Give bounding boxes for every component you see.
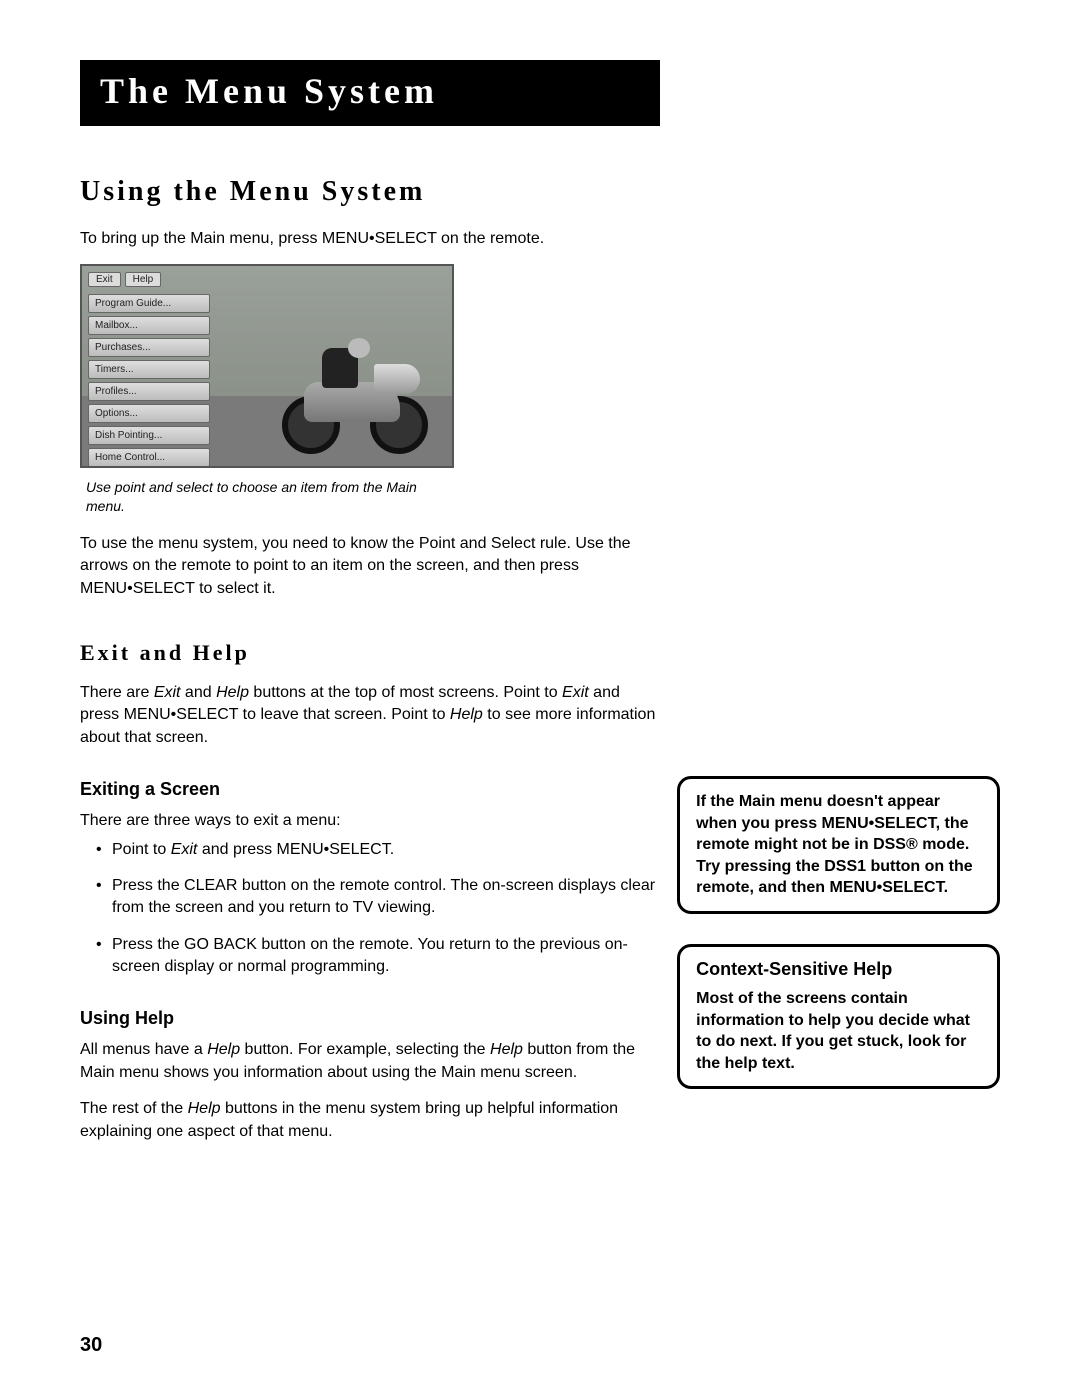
content-area: Using the Menu System To bring up the Ma… <box>80 176 1000 1157</box>
main-column: Using the Menu System To bring up the Ma… <box>80 176 657 1157</box>
italic-text: Help <box>490 1041 523 1058</box>
text: buttons at the top of most screens. Poin… <box>249 684 562 701</box>
screenshot-top-buttons: Exit Help <box>88 272 161 287</box>
italic-text: Exit <box>154 684 181 701</box>
italic-text: Help <box>216 684 249 701</box>
italic-text: Help <box>207 1041 240 1058</box>
text: All menus have a <box>80 1041 207 1058</box>
bike-fairing-icon <box>374 364 420 394</box>
chapter-title: The Menu System <box>100 70 640 112</box>
italic-text: Exit <box>562 684 589 701</box>
list-item: Point to Exit and press MENU•SELECT. <box>96 839 657 861</box>
menu-screenshot: Exit Help Program Guide... Mailbox... Pu… <box>80 264 454 468</box>
sidebar-column: If the Main menu doesn't appear when you… <box>677 776 1000 1119</box>
italic-text: Exit <box>171 841 198 858</box>
list-item: Press the GO BACK button on the remote. … <box>96 934 657 979</box>
text: and press MENU•SELECT. <box>197 841 394 858</box>
screenshot-menu-item: Program Guide... <box>88 294 210 313</box>
text: There are <box>80 684 154 701</box>
text: and <box>180 684 216 701</box>
heading-using-help: Using Help <box>80 1008 657 1029</box>
tip-box-dss-mode: If the Main menu doesn't appear when you… <box>677 776 1000 914</box>
para-using-help-1: All menus have a Help button. For exampl… <box>80 1039 657 1084</box>
bike-helmet-icon <box>348 338 370 358</box>
text: Point to <box>112 841 171 858</box>
screenshot-menu-item: Timers... <box>88 360 210 379</box>
tip-box-context-help: Context-Sensitive Help Most of the scree… <box>677 944 1000 1089</box>
exit-methods-list: Point to Exit and press MENU•SELECT. Pre… <box>80 839 657 979</box>
document-page: The Menu System Using the Menu System To… <box>0 0 1080 1397</box>
heading-exiting-screen: Exiting a Screen <box>80 779 657 800</box>
screenshot-menu-item: Home Control... <box>88 448 210 467</box>
heading-exit-help: Exit and Help <box>80 640 657 666</box>
para-exit-help: There are Exit and Help buttons at the t… <box>80 682 657 749</box>
chapter-title-bar: The Menu System <box>80 60 660 126</box>
para-exiting-intro: There are three ways to exit a menu: <box>80 810 657 832</box>
screenshot-menu-item: Dish Pointing... <box>88 426 210 445</box>
text: The rest of the <box>80 1100 188 1117</box>
italic-text: Help <box>188 1100 221 1117</box>
screenshot-menu-item: Options... <box>88 404 210 423</box>
para-using-help-2: The rest of the Help buttons in the menu… <box>80 1098 657 1143</box>
page-number: 30 <box>80 1334 102 1357</box>
screenshot-exit-button: Exit <box>88 272 121 287</box>
para-intro: To bring up the Main menu, press MENU•SE… <box>80 228 657 250</box>
screenshot-caption: Use point and select to choose an item f… <box>86 478 446 514</box>
list-item: Press the CLEAR button on the remote con… <box>96 875 657 920</box>
screenshot-menu-list: Program Guide... Mailbox... Purchases...… <box>88 294 210 468</box>
heading-using-menu: Using the Menu System <box>80 176 657 208</box>
italic-text: Help <box>450 706 483 723</box>
tip-title: Context-Sensitive Help <box>696 959 981 980</box>
screenshot-menu-item: Profiles... <box>88 382 210 401</box>
tip-text: Most of the screens contain information … <box>696 988 981 1074</box>
para-point-select: To use the menu system, you need to know… <box>80 533 657 600</box>
screenshot-menu-item: Mailbox... <box>88 316 210 335</box>
screenshot-menu-item: Purchases... <box>88 338 210 357</box>
screenshot-help-button: Help <box>125 272 162 287</box>
tip-text: If the Main menu doesn't appear when you… <box>696 791 981 899</box>
text: button. For example, selecting the <box>240 1041 490 1058</box>
